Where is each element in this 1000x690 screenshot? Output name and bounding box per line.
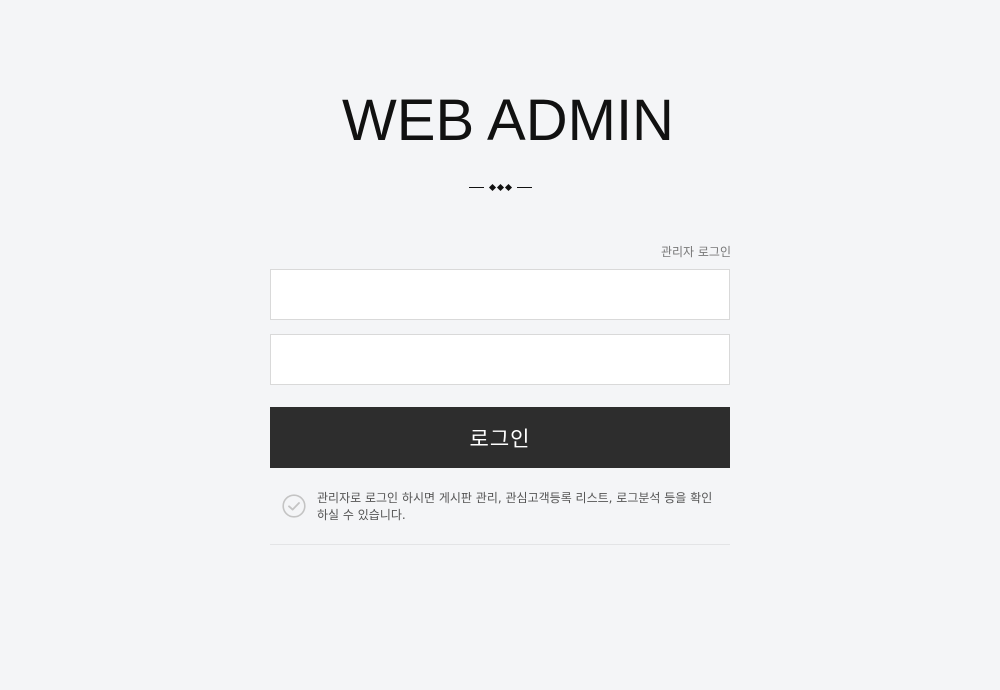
admin-login-caption: 관리자 로그인	[660, 245, 731, 259]
ornament-diamond	[496, 183, 504, 191]
ornament-line-right	[516, 186, 532, 188]
check-circle-icon	[282, 494, 306, 518]
ornament-diamond	[488, 183, 496, 191]
admin-id-field[interactable]	[270, 269, 730, 320]
ornament-line-left	[468, 186, 484, 188]
login-notice: 관리자로 로그인 하시면 게시판 관리, 관심고객등록 리스트, 로그분석 등을…	[282, 490, 722, 524]
bottom-divider	[270, 544, 730, 545]
login-button[interactable]: 로그인	[270, 407, 730, 468]
ornament-diamonds	[488, 183, 512, 191]
notice-text: 관리자로 로그인 하시면 게시판 관리, 관심고객등록 리스트, 로그분석 등을…	[317, 491, 713, 522]
admin-password-field[interactable]	[270, 334, 730, 385]
title-ornament	[270, 178, 730, 196]
page-title: WEB ADMIN	[342, 88, 674, 153]
ornament-diamond	[504, 183, 512, 191]
